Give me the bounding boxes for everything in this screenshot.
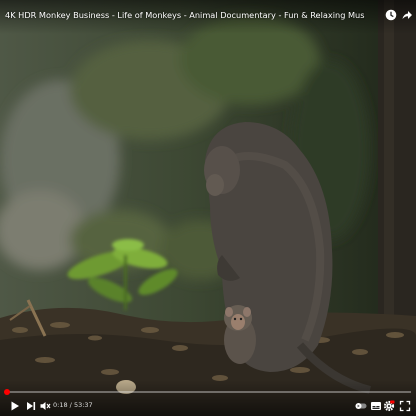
next-icon[interactable] bbox=[25, 400, 37, 412]
controls-background bbox=[0, 380, 416, 416]
time-display: 0:18 / 53:37 bbox=[53, 401, 93, 409]
baby-monkey bbox=[224, 305, 256, 364]
autoplay-toggle-icon[interactable] bbox=[355, 400, 367, 412]
video-player[interactable]: 4K HDR Monkey Business - Life of Monkeys… bbox=[0, 0, 416, 416]
subtitles-icon[interactable] bbox=[370, 400, 382, 412]
tree-trunk bbox=[378, 0, 416, 330]
play-icon[interactable] bbox=[9, 400, 21, 412]
duration: 53:37 bbox=[73, 401, 93, 409]
progress-bar[interactable] bbox=[4, 389, 411, 395]
fullscreen-icon[interactable] bbox=[399, 400, 411, 412]
watch-later-clock-icon[interactable] bbox=[385, 9, 397, 21]
video-title[interactable]: 4K HDR Monkey Business - Life of Monkeys… bbox=[5, 10, 365, 20]
video-frame[interactable] bbox=[0, 0, 416, 416]
current-time: 0:18 bbox=[53, 401, 68, 409]
share-arrow-icon[interactable] bbox=[401, 9, 413, 21]
volume-icon[interactable] bbox=[39, 400, 51, 412]
settings-gear-icon[interactable] bbox=[383, 400, 395, 412]
